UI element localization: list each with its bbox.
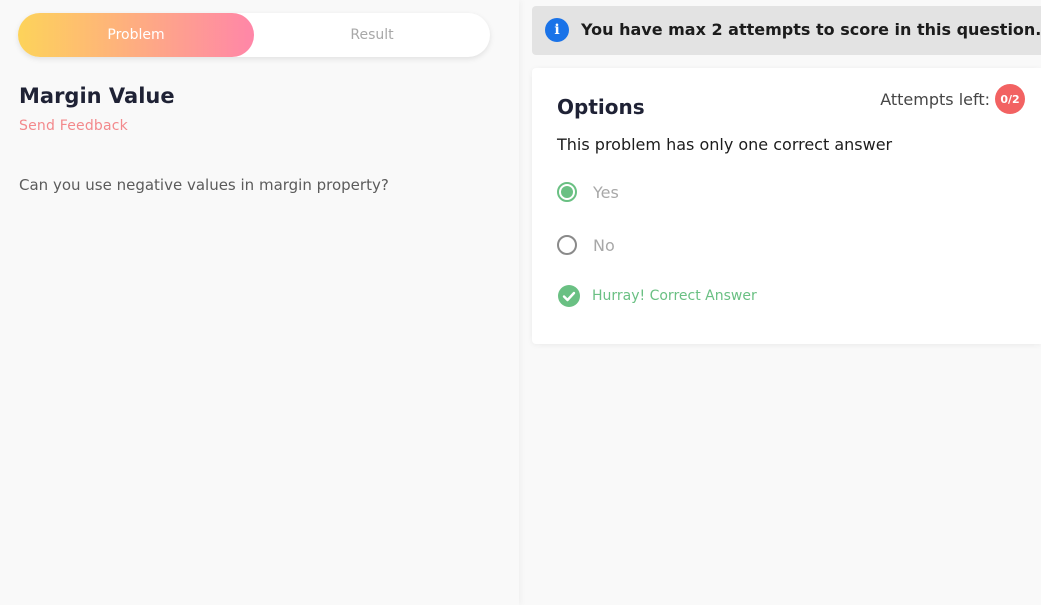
options-card: Options Attempts left: 0/2 This problem … bbox=[532, 68, 1041, 344]
attempts-info-banner: i You have max 2 attempts to score in th… bbox=[532, 6, 1041, 55]
attempts-badge: 0/2 bbox=[995, 84, 1025, 114]
options-title: Options bbox=[557, 95, 645, 119]
tab-result[interactable]: Result bbox=[254, 13, 490, 57]
radio-unselected[interactable] bbox=[557, 235, 577, 255]
check-circle-icon bbox=[558, 285, 580, 307]
option-label: Yes bbox=[593, 182, 619, 202]
problem-title: Margin Value bbox=[19, 84, 175, 108]
problem-result-tabs: Problem Result bbox=[18, 13, 490, 57]
attempts-label: Attempts left: bbox=[880, 89, 990, 109]
info-icon: i bbox=[545, 18, 569, 42]
attempts-left: Attempts left: 0/2 bbox=[880, 84, 1025, 114]
tab-problem[interactable]: Problem bbox=[18, 13, 254, 57]
banner-text: You have max 2 attempts to score in this… bbox=[581, 20, 1041, 39]
option-no[interactable]: No bbox=[557, 235, 615, 255]
question-text: Can you use negative values in margin pr… bbox=[19, 176, 389, 194]
result-message: Hurray! Correct Answer bbox=[592, 288, 757, 304]
options-subtitle: This problem has only one correct answer bbox=[557, 135, 893, 154]
radio-selected[interactable] bbox=[557, 182, 577, 202]
send-feedback-link[interactable]: Send Feedback bbox=[19, 118, 128, 134]
option-label: No bbox=[593, 235, 615, 255]
result-feedback: Hurray! Correct Answer bbox=[558, 285, 757, 307]
problem-panel: Problem Result Margin Value Send Feedbac… bbox=[0, 0, 519, 605]
option-yes[interactable]: Yes bbox=[557, 182, 619, 202]
